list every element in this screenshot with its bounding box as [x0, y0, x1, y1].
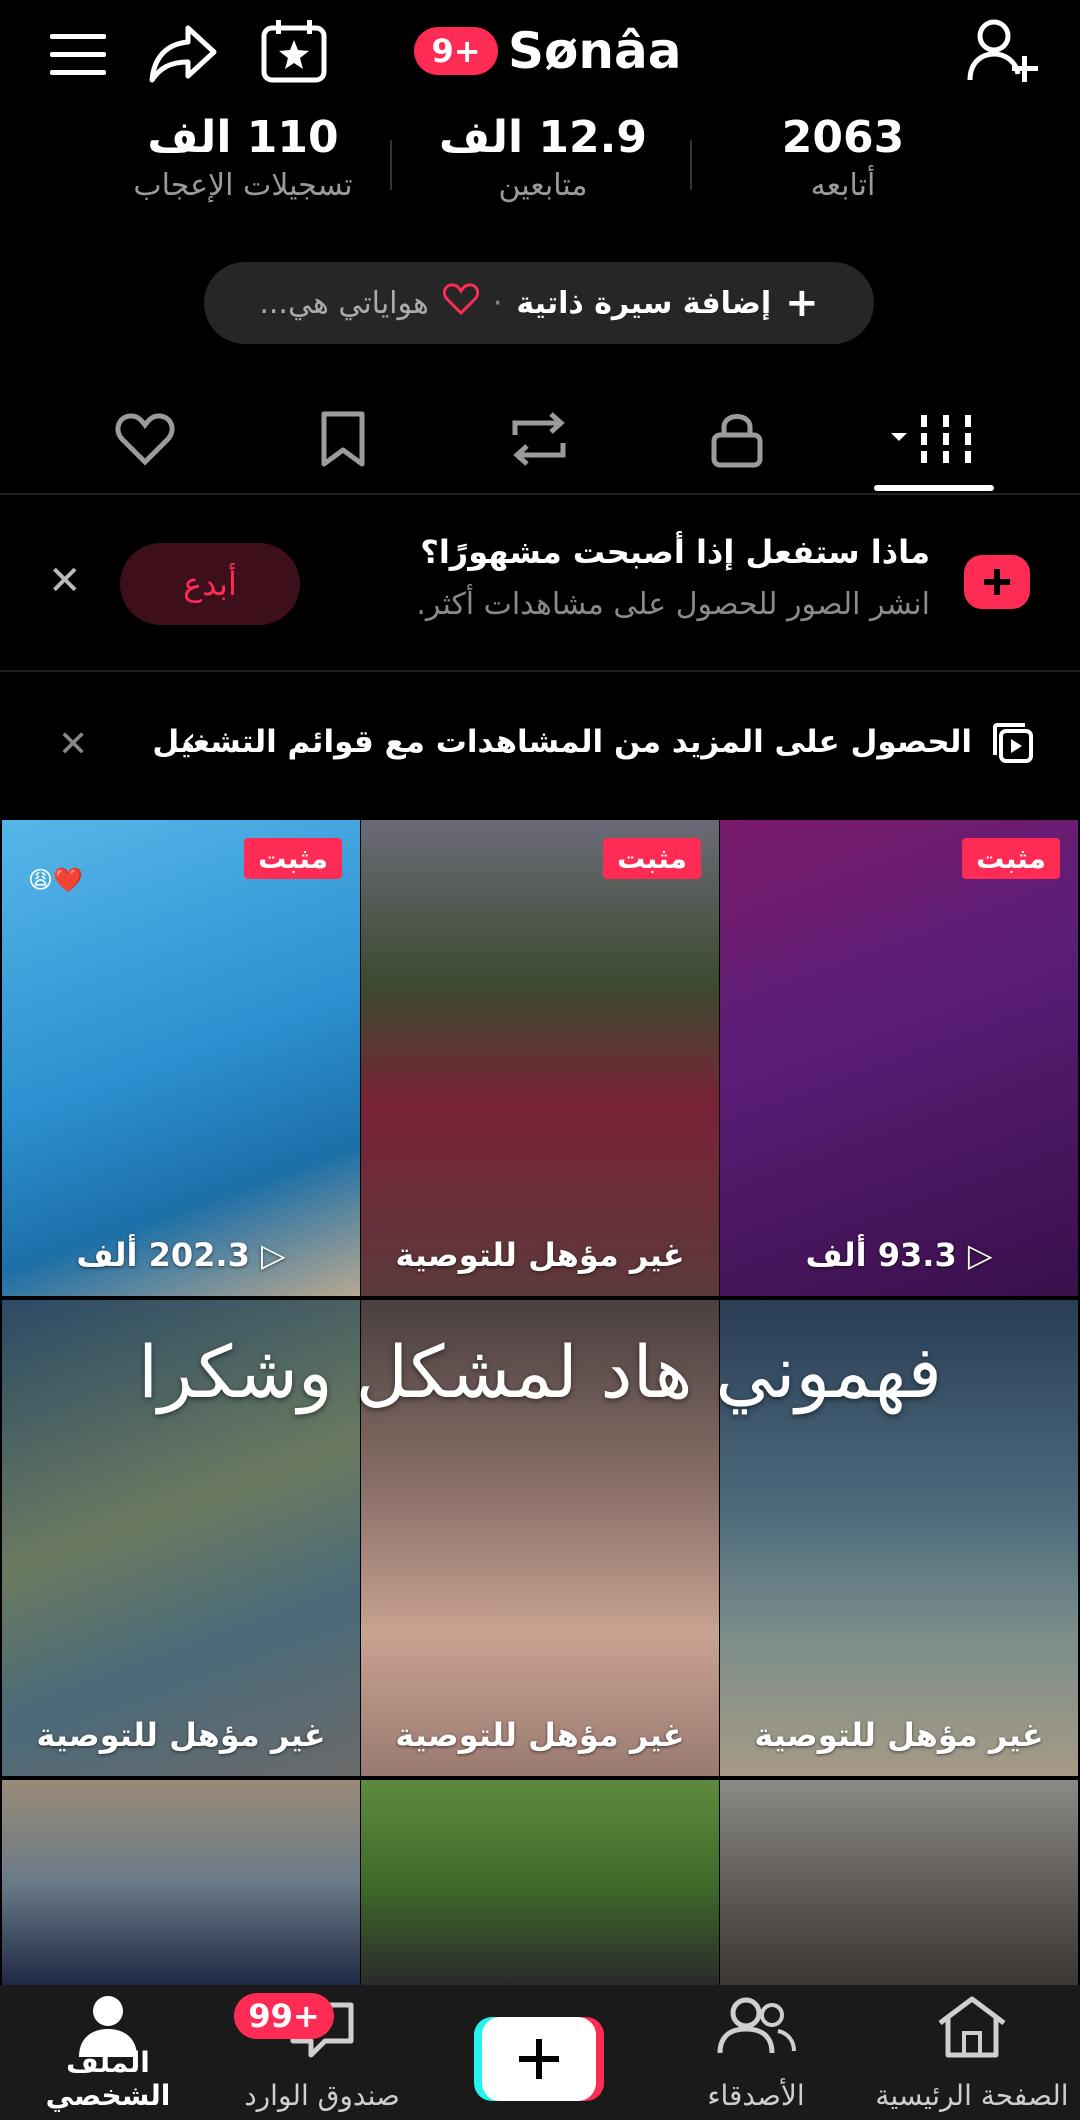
nav-friends-label: الأصدقاء	[707, 2079, 805, 2112]
pinned-badge: مثبت	[962, 838, 1060, 879]
bottom-navigation: الصفحة الرئيسية الأصدقاء صندوق الوارد 99…	[0, 1985, 1080, 2120]
create-button[interactable]: أبدع	[120, 543, 300, 625]
likes-count: 110 الف	[147, 112, 339, 163]
hobbies-label: هواياتي هي...	[259, 285, 429, 321]
view-count-value: 202.3 ألف	[76, 1236, 250, 1274]
nav-inbox-label: صندوق الوارد	[244, 2079, 400, 2112]
likes-stat[interactable]: 110 الف تسجيلات الإعجاب	[93, 110, 393, 206]
profile-stats: 2063 أتابعه 12.9 الف متابعين 110 الف تسج…	[0, 110, 1080, 220]
video-tile[interactable]	[2, 1780, 360, 1985]
create-plus-icon	[964, 555, 1030, 613]
chevron-left-icon: ‹	[182, 720, 197, 761]
inbox-badge: 99+	[234, 1993, 334, 2039]
followers-label: متابعين	[498, 168, 588, 203]
promo-banner: ماذا ستفعل إذا أصبحت مشهورًا؟ انشر الصور…	[0, 495, 1080, 672]
tab-reposts[interactable]	[464, 385, 614, 493]
profile-tabs	[0, 385, 1080, 495]
following-count: 2063	[781, 112, 905, 163]
status-caption: غير مؤهل للتوصية	[395, 1236, 685, 1274]
likes-label: تسجيلات الإعجاب	[133, 168, 353, 203]
tab-videos[interactable]	[860, 385, 1010, 493]
video-tile[interactable]	[720, 1780, 1078, 1985]
following-label: أتابعه	[810, 168, 876, 203]
active-tab-indicator	[874, 485, 994, 491]
status-caption: غير مؤهل للتوصية	[754, 1716, 1044, 1754]
promo-title: ماذا ستفعل إذا أصبحت مشهورًا؟	[420, 533, 930, 571]
followers-stat[interactable]: 12.9 الف متابعين	[393, 110, 693, 206]
following-stat[interactable]: 2063 أتابعه	[693, 110, 993, 206]
tab-private[interactable]	[662, 385, 812, 493]
emoji-sticker: 😩❤️	[28, 866, 83, 894]
playlist-icon	[992, 722, 1034, 768]
video-tile[interactable]: مثبت ▷ 93.3 ألف	[720, 820, 1078, 1296]
create-post-button[interactable]	[474, 2017, 604, 2101]
pinned-badge: مثبت	[603, 838, 701, 879]
tab-saved[interactable]	[268, 385, 418, 493]
add-friend-icon[interactable]	[966, 18, 1038, 84]
playlist-text: الحصول على المزيد من المشاهدات مع قوائم …	[152, 724, 972, 760]
close-icon[interactable]: ✕	[58, 724, 88, 765]
menu-icon[interactable]	[48, 30, 108, 80]
status-caption: غير مؤهل للتوصية	[36, 1716, 326, 1754]
video-overlay-text: فهموني هاد لمشكل وشكرا	[138, 1330, 942, 1414]
video-tile[interactable]: مثبت 😩❤️ ▷ 202.3 ألف	[2, 820, 360, 1296]
nav-profile[interactable]: الملف الشخصي	[8, 1985, 208, 2120]
grid-icon	[891, 415, 971, 463]
promo-subtitle: انشر الصور للحصول على مشاهدات أكثر.	[416, 587, 930, 622]
plus-icon: +	[785, 280, 819, 326]
home-icon	[938, 1996, 1006, 2058]
playlist-banner[interactable]: الحصول على المزيد من المشاهدات مع قوائم …	[0, 700, 1080, 790]
video-thumbnail	[2, 1780, 360, 1985]
video-thumbnail	[720, 1780, 1078, 1985]
followers-count: 12.9 الف	[439, 112, 647, 163]
lock-icon	[711, 414, 763, 468]
dot-separator: ·	[492, 285, 503, 321]
view-count: ▷ 202.3 ألف	[2, 1236, 360, 1274]
status-caption: غير مؤهل للتوصية	[395, 1716, 685, 1754]
nav-profile-label: الملف الشخصي	[45, 2046, 171, 2112]
view-count: ▷ 93.3 ألف	[720, 1236, 1078, 1274]
heart-outline-icon	[442, 283, 479, 323]
nav-home[interactable]: الصفحة الرئيسية	[872, 1985, 1072, 2120]
nav-home-label: الصفحة الرئيسية	[875, 2079, 1069, 2112]
friends-icon	[717, 1997, 796, 2054]
notification-badge[interactable]: 9+	[414, 27, 498, 75]
share-icon[interactable]	[148, 22, 218, 84]
video-thumbnail	[361, 1780, 719, 1985]
add-bio-button[interactable]: + إضافة سيرة ذاتية · هواياتي هي...	[204, 262, 874, 344]
bookmark-icon	[321, 411, 365, 467]
pinned-badge: مثبت	[244, 838, 342, 879]
profile-username[interactable]: Sønâa	[508, 18, 681, 84]
video-thumbnail	[361, 820, 719, 1296]
view-count-value: 93.3 ألف	[805, 1236, 957, 1274]
close-icon[interactable]: ✕	[48, 561, 82, 601]
plus-icon	[516, 2031, 562, 2091]
heart-icon	[115, 413, 175, 466]
play-icon: ▷	[249, 1236, 286, 1274]
video-tile[interactable]: مثبت غير مؤهل للتوصية	[361, 820, 719, 1296]
play-icon: ▷	[956, 1236, 993, 1274]
video-tile[interactable]	[361, 1780, 719, 1985]
nav-friends[interactable]: الأصدقاء	[656, 1985, 856, 2120]
video-thumbnail	[720, 820, 1078, 1296]
add-bio-label: إضافة سيرة ذاتية	[516, 285, 772, 321]
repost-icon	[512, 412, 566, 466]
calendar-star-icon[interactable]	[260, 18, 328, 84]
tab-liked[interactable]	[70, 385, 220, 493]
